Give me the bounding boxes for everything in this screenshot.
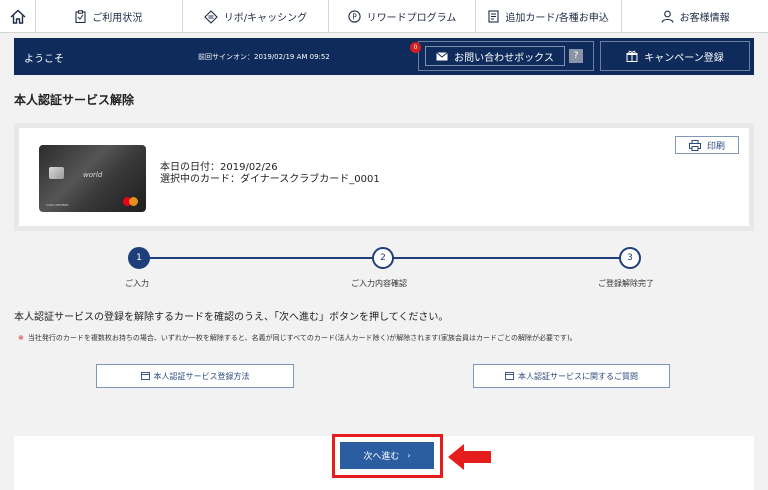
window-icon [505,372,514,380]
window-icon [140,372,150,380]
page-title: 本人認証サービス解除 [14,93,135,107]
svg-text:P: P [352,12,357,21]
last-login-text: 前回サインオン：2019/02/19 AM 09:52 [198,53,330,61]
print-label: 印刷 [706,141,725,152]
nav-usage[interactable]: ご利用状況 [36,0,183,33]
nav-applications[interactable]: 追加カード/各種お申込 [476,0,623,33]
nav-rewards-label: リワードプログラム [366,13,457,24]
how-to-register-label: 本人認証サービス登録方法 [153,371,250,381]
points-icon: P [347,10,361,23]
step-1-circle: 1 [128,247,150,269]
step-2-circle: 2 [372,247,394,269]
step-2-label: ご入力内容確認 [351,279,407,288]
card-chip [49,167,64,179]
inbox-button[interactable]: お問い合わせボックス [425,46,565,66]
card-brand-text: world [83,171,103,179]
nav-customer-info-label: お客様情報 [679,13,730,24]
faq-label: 本人認証サービスに関するご質問 [518,371,638,381]
inbox-area: お問い合わせボックス ? [418,41,594,71]
step-1-label: ご入力 [125,279,149,288]
selected-card: 選択中のカード：ダイナースクラブカード_0001 [160,174,380,185]
next-label: 次へ進む [363,452,400,462]
campaign-button[interactable]: キャンペーン登録 [600,41,750,71]
nav-revolving[interactable]: リボ/キャッシング [183,0,330,33]
clipboard-icon [75,10,86,23]
step-3-label: ご登録解除完了 [598,279,654,288]
printer-icon [688,139,701,151]
help-button[interactable]: ? [569,49,583,63]
card-info: 本日の日付：2019/02/26 選択中のカード：ダイナースクラブカード_000… [160,162,380,186]
user-icon [661,10,674,23]
card-panel: world CARD MEMBER 本日の日付：2019/02/26 選択中のカ… [14,123,754,231]
card-member-text: CARD MEMBER [46,203,69,207]
inbox-count-badge: 0 [410,42,421,53]
home-icon [10,9,25,24]
credit-card-image: world CARD MEMBER [39,145,146,212]
top-nav: ご利用状況 リボ/キャッシング P リワードプログラム 追加カード/各種お申込 … [0,0,768,33]
how-to-register-link[interactable]: 本人認証サービス登録方法 [96,364,294,388]
nav-usage-label: ご利用状況 [92,13,143,24]
step-3-circle: 3 [619,247,641,269]
faq-link[interactable]: 本人認証サービスに関するご質問 [473,364,670,388]
gift-icon [626,50,638,62]
inbox-label: お問い合わせボックス [454,52,554,64]
today-date: 本日の日付：2019/02/26 [160,162,278,173]
document-icon [488,10,499,23]
next-button[interactable]: 次へ進む › [340,442,434,469]
nav-rewards[interactable]: P リワードプログラム [329,0,476,33]
note-body: 当社発行のカードを複数枚お持ちの場合、いずれか一枚を解除すると、名義が同じすべて… [27,334,577,342]
diamond-arrows-icon [203,9,218,24]
note-text: ※ 当社発行のカードを複数枚お持ちの場合、いずれか一枚を解除すると、名義が同じすべ… [18,333,577,343]
instruction-text: 本人認証サービスの登録を解除するカードを確認のうえ、「次へ進む」ボタンを押してく… [14,312,449,323]
nav-customer-info[interactable]: お客様情報 [622,0,768,33]
campaign-label: キャンペーン登録 [644,52,724,64]
welcome-bar: ようこそ 前回サインオン：2019/02/19 AM 09:52 お問い合わせボ… [14,38,754,75]
envelope-icon [436,51,448,60]
welcome-greeting: ようこそ [24,54,64,65]
red-arrow-icon [448,444,491,470]
step-indicator: 1 2 3 ご入力 ご入力内容確認 ご登録解除完了 [14,240,754,290]
home-button[interactable] [0,0,36,33]
note-mark: ※ [18,334,24,342]
print-button[interactable]: 印刷 [675,136,739,154]
chevron-right-icon: › [407,451,411,460]
nav-applications-label: 追加カード/各種お申込 [505,13,609,24]
nav-revolving-label: リボ/キャッシング [223,13,308,24]
